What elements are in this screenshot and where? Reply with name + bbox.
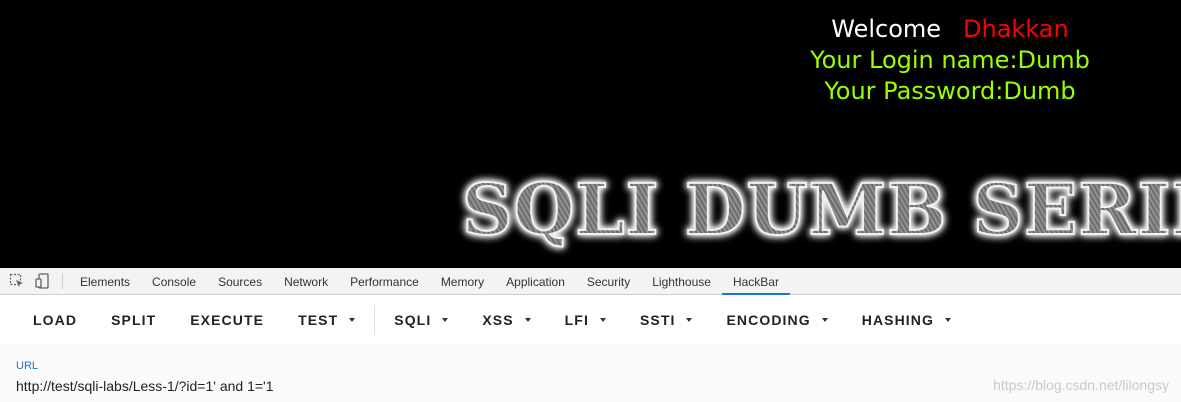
sqli-menu-button[interactable]: SQLI <box>377 302 465 338</box>
ssti-menu-button[interactable]: SSTI <box>623 302 710 338</box>
caret-down-icon <box>599 317 606 322</box>
welcome-label: Welcome <box>831 15 942 43</box>
tab-hackbar[interactable]: HackBar <box>721 268 790 295</box>
xss-menu-label: XSS <box>482 311 514 328</box>
tab-elements[interactable]: Elements <box>69 268 141 295</box>
device-toolbar-icon[interactable] <box>34 272 52 290</box>
sqli-menu-label: SQLI <box>394 311 432 328</box>
devtools-panel: Elements Console Sources Network Perform… <box>0 268 1181 402</box>
caret-down-icon <box>442 317 449 322</box>
tab-performance[interactable]: Performance <box>339 268 430 295</box>
ssti-menu-label: SSTI <box>639 311 676 328</box>
watermark-text: https://blog.csdn.net/lilongsy <box>993 377 1169 393</box>
caret-down-icon <box>524 317 531 322</box>
tab-application[interactable]: Application <box>495 268 576 295</box>
tab-security[interactable]: Security <box>576 268 641 295</box>
lfi-menu-button[interactable]: LFI <box>548 302 623 338</box>
encoding-menu-button[interactable]: ENCODING <box>709 302 844 338</box>
xss-menu-button[interactable]: XSS <box>465 302 547 338</box>
tab-console[interactable]: Console <box>141 268 207 295</box>
caret-down-icon <box>821 317 828 322</box>
hackbar-toolbar: LOAD SPLIT EXECUTE TEST SQLI XSS LFI SST… <box>0 295 1181 344</box>
devtools-tabbar: Elements Console Sources Network Perform… <box>0 268 1181 295</box>
hashing-menu-button[interactable]: HASHING <box>845 302 968 338</box>
split-button[interactable]: SPLIT <box>94 302 173 338</box>
tab-memory[interactable]: Memory <box>430 268 495 295</box>
tab-network[interactable]: Network <box>273 268 339 295</box>
tab-lighthouse[interactable]: Lighthouse <box>641 268 722 295</box>
test-menu-label: TEST <box>298 311 339 328</box>
lfi-menu-label: LFI <box>564 311 589 328</box>
split-button-label: SPLIT <box>111 311 157 328</box>
url-input[interactable]: http://test/sqli-labs/Less-1/?id=1' and … <box>16 378 274 394</box>
execute-button[interactable]: EXECUTE <box>173 302 281 338</box>
caret-down-icon <box>349 317 356 322</box>
caret-down-icon <box>686 317 693 322</box>
tab-sources[interactable]: Sources <box>207 268 273 295</box>
welcome-name: Dhakkan <box>963 15 1069 43</box>
url-field-label: URL <box>16 360 39 372</box>
caret-down-icon <box>945 317 951 322</box>
hackbar-body: URL http://test/sqli-labs/Less-1/?id=1' … <box>0 344 1181 402</box>
web-page: Welcome Dhakkan Your Login name:Dumb Your… <box>0 0 1181 268</box>
welcome-block: Welcome Dhakkan Your Login name:Dumb Your… <box>760 14 1140 107</box>
welcome-line: Welcome Dhakkan <box>760 14 1140 45</box>
encoding-menu-label: ENCODING <box>726 311 811 328</box>
toolbar-divider <box>374 304 376 335</box>
hashing-menu-label: HASHING <box>861 311 934 328</box>
password-line: Your Password:Dumb <box>824 77 1076 105</box>
load-button[interactable]: LOAD <box>16 302 94 338</box>
tabbar-divider <box>62 273 63 289</box>
sqli-dumb-series-banner: SQLI DUMB SERIES <box>461 167 1181 252</box>
load-button-label: LOAD <box>33 311 78 328</box>
inspect-element-icon[interactable] <box>8 272 26 290</box>
test-menu-button[interactable]: TEST <box>281 302 372 338</box>
execute-button-label: EXECUTE <box>190 311 265 328</box>
login-name-line: Your Login name:Dumb <box>810 46 1090 74</box>
